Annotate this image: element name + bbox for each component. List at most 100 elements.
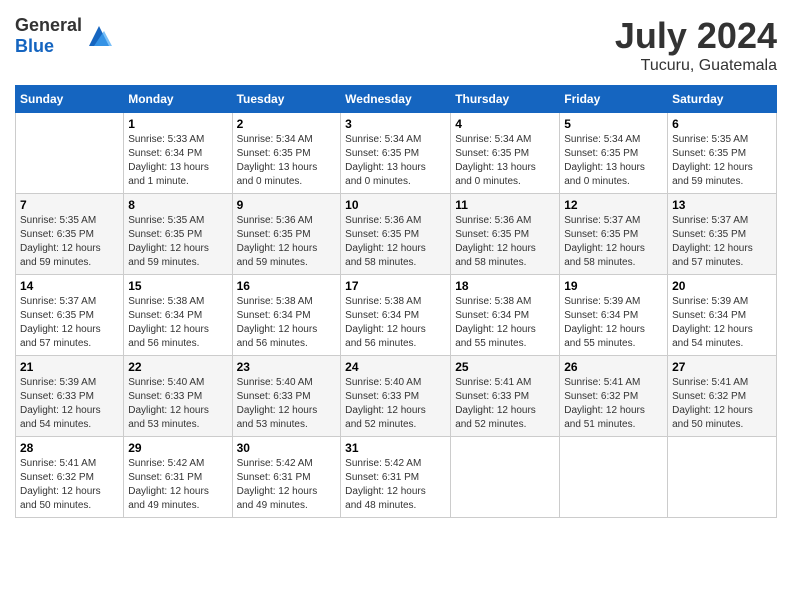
day-number: 17 (345, 279, 446, 293)
calendar-cell: 23 Sunrise: 5:40 AM Sunset: 6:33 PM Dayli… (232, 356, 341, 437)
calendar-table: SundayMondayTuesdayWednesdayThursdayFrid… (15, 85, 777, 518)
calendar-week-row: 21Sunrise: 5:39 AM Sunset: 6:33 PM Dayli… (16, 356, 777, 437)
calendar-cell: 14 Sunrise: 5:37 AM Sunset: 6:35 PM Dayli… (16, 275, 124, 356)
calendar-cell (560, 437, 668, 518)
day-number: 5 (564, 117, 663, 131)
calendar-cell: 18 Sunrise: 5:38 AM Sunset: 6:34 PM Dayli… (451, 275, 560, 356)
day-info: Sunrise: 5:41 AM Sunset: 6:32 PM Dayligh… (564, 376, 663, 432)
calendar-cell: 15 Sunrise: 5:38 AM Sunset: 6:34 PM Dayli… (124, 275, 232, 356)
day-number: 23 (237, 360, 337, 374)
header-day: Wednesday (341, 86, 451, 113)
day-number: 14 (20, 279, 119, 293)
calendar-cell: 1Sunrise: 5:33 AM Sunset: 6:34 PM Daylig… (124, 113, 232, 194)
calendar-cell: 19Sunrise: 5:39 AM Sunset: 6:34 PM Dayli… (560, 275, 668, 356)
location-subtitle: Tucuru, Guatemala (615, 57, 777, 75)
logo: General Blue (15, 15, 114, 57)
day-number: 28 (20, 441, 119, 455)
day-number: 12 (564, 198, 663, 212)
logo-text: General Blue (15, 15, 82, 57)
day-info: Sunrise: 5:38 AM Sunset: 6:34 PM Dayligh… (455, 295, 555, 351)
calendar-cell: 8 Sunrise: 5:35 AM Sunset: 6:35 PM Daylig… (124, 194, 232, 275)
day-info: Sunrise: 5:35 AM Sunset: 6:35 PM Dayligh… (672, 133, 772, 189)
calendar-cell: 27 Sunrise: 5:41 AM Sunset: 6:32 PM Dayli… (668, 356, 777, 437)
calendar-cell: 6 Sunrise: 5:35 AM Sunset: 6:35 PM Daylig… (668, 113, 777, 194)
calendar-cell (668, 437, 777, 518)
day-info: Sunrise: 5:42 AM Sunset: 6:31 PM Dayligh… (237, 457, 337, 513)
calendar-cell: 28Sunrise: 5:41 AM Sunset: 6:32 PM Dayli… (16, 437, 124, 518)
calendar-cell: 17 Sunrise: 5:38 AM Sunset: 6:34 PM Dayli… (341, 275, 451, 356)
calendar-cell: 30 Sunrise: 5:42 AM Sunset: 6:31 PM Dayli… (232, 437, 341, 518)
day-number: 19 (564, 279, 663, 293)
day-number: 8 (128, 198, 227, 212)
day-number: 24 (345, 360, 446, 374)
day-info: Sunrise: 5:37 AM Sunset: 6:35 PM Dayligh… (20, 295, 119, 351)
day-info: Sunrise: 5:36 AM Sunset: 6:35 PM Dayligh… (237, 214, 337, 270)
day-number: 11 (455, 198, 555, 212)
logo-general: General (15, 15, 82, 35)
day-info: Sunrise: 5:34 AM Sunset: 6:35 PM Dayligh… (455, 133, 555, 189)
day-number: 15 (128, 279, 227, 293)
calendar-cell: 20Sunrise: 5:39 AM Sunset: 6:34 PM Dayli… (668, 275, 777, 356)
day-info: Sunrise: 5:42 AM Sunset: 6:31 PM Dayligh… (128, 457, 227, 513)
day-info: Sunrise: 5:38 AM Sunset: 6:34 PM Dayligh… (128, 295, 227, 351)
day-number: 26 (564, 360, 663, 374)
calendar-cell: 2 Sunrise: 5:34 AM Sunset: 6:35 PM Daylig… (232, 113, 341, 194)
calendar-cell: 5 Sunrise: 5:34 AM Sunset: 6:35 PM Daylig… (560, 113, 668, 194)
calendar-body: 1Sunrise: 5:33 AM Sunset: 6:34 PM Daylig… (16, 113, 777, 518)
calendar-cell: 9 Sunrise: 5:36 AM Sunset: 6:35 PM Daylig… (232, 194, 341, 275)
calendar-cell: 3 Sunrise: 5:34 AM Sunset: 6:35 PM Daylig… (341, 113, 451, 194)
day-info: Sunrise: 5:36 AM Sunset: 6:35 PM Dayligh… (345, 214, 446, 270)
day-number: 7 (20, 198, 119, 212)
day-info: Sunrise: 5:34 AM Sunset: 6:35 PM Dayligh… (564, 133, 663, 189)
day-info: Sunrise: 5:38 AM Sunset: 6:34 PM Dayligh… (345, 295, 446, 351)
day-info: Sunrise: 5:40 AM Sunset: 6:33 PM Dayligh… (345, 376, 446, 432)
header-day: Sunday (16, 86, 124, 113)
day-info: Sunrise: 5:33 AM Sunset: 6:34 PM Dayligh… (128, 133, 227, 189)
header-day: Thursday (451, 86, 560, 113)
day-info: Sunrise: 5:34 AM Sunset: 6:35 PM Dayligh… (237, 133, 337, 189)
day-info: Sunrise: 5:40 AM Sunset: 6:33 PM Dayligh… (237, 376, 337, 432)
day-info: Sunrise: 5:38 AM Sunset: 6:34 PM Dayligh… (237, 295, 337, 351)
calendar-cell: 7 Sunrise: 5:35 AM Sunset: 6:35 PM Daylig… (16, 194, 124, 275)
page-header: General Blue July 2024 Tucuru, Guatemala (15, 15, 777, 75)
calendar-cell: 29 Sunrise: 5:42 AM Sunset: 6:31 PM Dayli… (124, 437, 232, 518)
calendar-cell: 11Sunrise: 5:36 AM Sunset: 6:35 PM Dayli… (451, 194, 560, 275)
calendar-cell: 21Sunrise: 5:39 AM Sunset: 6:33 PM Dayli… (16, 356, 124, 437)
day-info: Sunrise: 5:42 AM Sunset: 6:31 PM Dayligh… (345, 457, 446, 513)
day-number: 2 (237, 117, 337, 131)
day-number: 27 (672, 360, 772, 374)
calendar-week-row: 7 Sunrise: 5:35 AM Sunset: 6:35 PM Daylig… (16, 194, 777, 275)
day-info: Sunrise: 5:37 AM Sunset: 6:35 PM Dayligh… (672, 214, 772, 270)
calendar-cell (451, 437, 560, 518)
day-number: 10 (345, 198, 446, 212)
day-number: 25 (455, 360, 555, 374)
calendar-cell: 26 Sunrise: 5:41 AM Sunset: 6:32 PM Dayli… (560, 356, 668, 437)
calendar-cell: 16 Sunrise: 5:38 AM Sunset: 6:34 PM Dayli… (232, 275, 341, 356)
day-number: 18 (455, 279, 555, 293)
day-info: Sunrise: 5:35 AM Sunset: 6:35 PM Dayligh… (128, 214, 227, 270)
calendar-cell: 24 Sunrise: 5:40 AM Sunset: 6:33 PM Dayli… (341, 356, 451, 437)
day-number: 9 (237, 198, 337, 212)
calendar-week-row: 1Sunrise: 5:33 AM Sunset: 6:34 PM Daylig… (16, 113, 777, 194)
calendar-cell: 10 Sunrise: 5:36 AM Sunset: 6:35 PM Dayli… (341, 194, 451, 275)
calendar-cell: 31Sunrise: 5:42 AM Sunset: 6:31 PM Dayli… (341, 437, 451, 518)
day-number: 30 (237, 441, 337, 455)
calendar-cell (16, 113, 124, 194)
day-number: 6 (672, 117, 772, 131)
calendar-cell: 22Sunrise: 5:40 AM Sunset: 6:33 PM Dayli… (124, 356, 232, 437)
day-info: Sunrise: 5:41 AM Sunset: 6:32 PM Dayligh… (672, 376, 772, 432)
header-day: Monday (124, 86, 232, 113)
day-number: 4 (455, 117, 555, 131)
logo-blue: Blue (15, 36, 54, 56)
calendar-header: SundayMondayTuesdayWednesdayThursdayFrid… (16, 86, 777, 113)
day-info: Sunrise: 5:34 AM Sunset: 6:35 PM Dayligh… (345, 133, 446, 189)
day-info: Sunrise: 5:35 AM Sunset: 6:35 PM Dayligh… (20, 214, 119, 270)
calendar-week-row: 28Sunrise: 5:41 AM Sunset: 6:32 PM Dayli… (16, 437, 777, 518)
day-number: 21 (20, 360, 119, 374)
day-info: Sunrise: 5:40 AM Sunset: 6:33 PM Dayligh… (128, 376, 227, 432)
day-number: 16 (237, 279, 337, 293)
day-number: 3 (345, 117, 446, 131)
day-number: 29 (128, 441, 227, 455)
day-info: Sunrise: 5:39 AM Sunset: 6:34 PM Dayligh… (672, 295, 772, 351)
calendar-cell: 13Sunrise: 5:37 AM Sunset: 6:35 PM Dayli… (668, 194, 777, 275)
